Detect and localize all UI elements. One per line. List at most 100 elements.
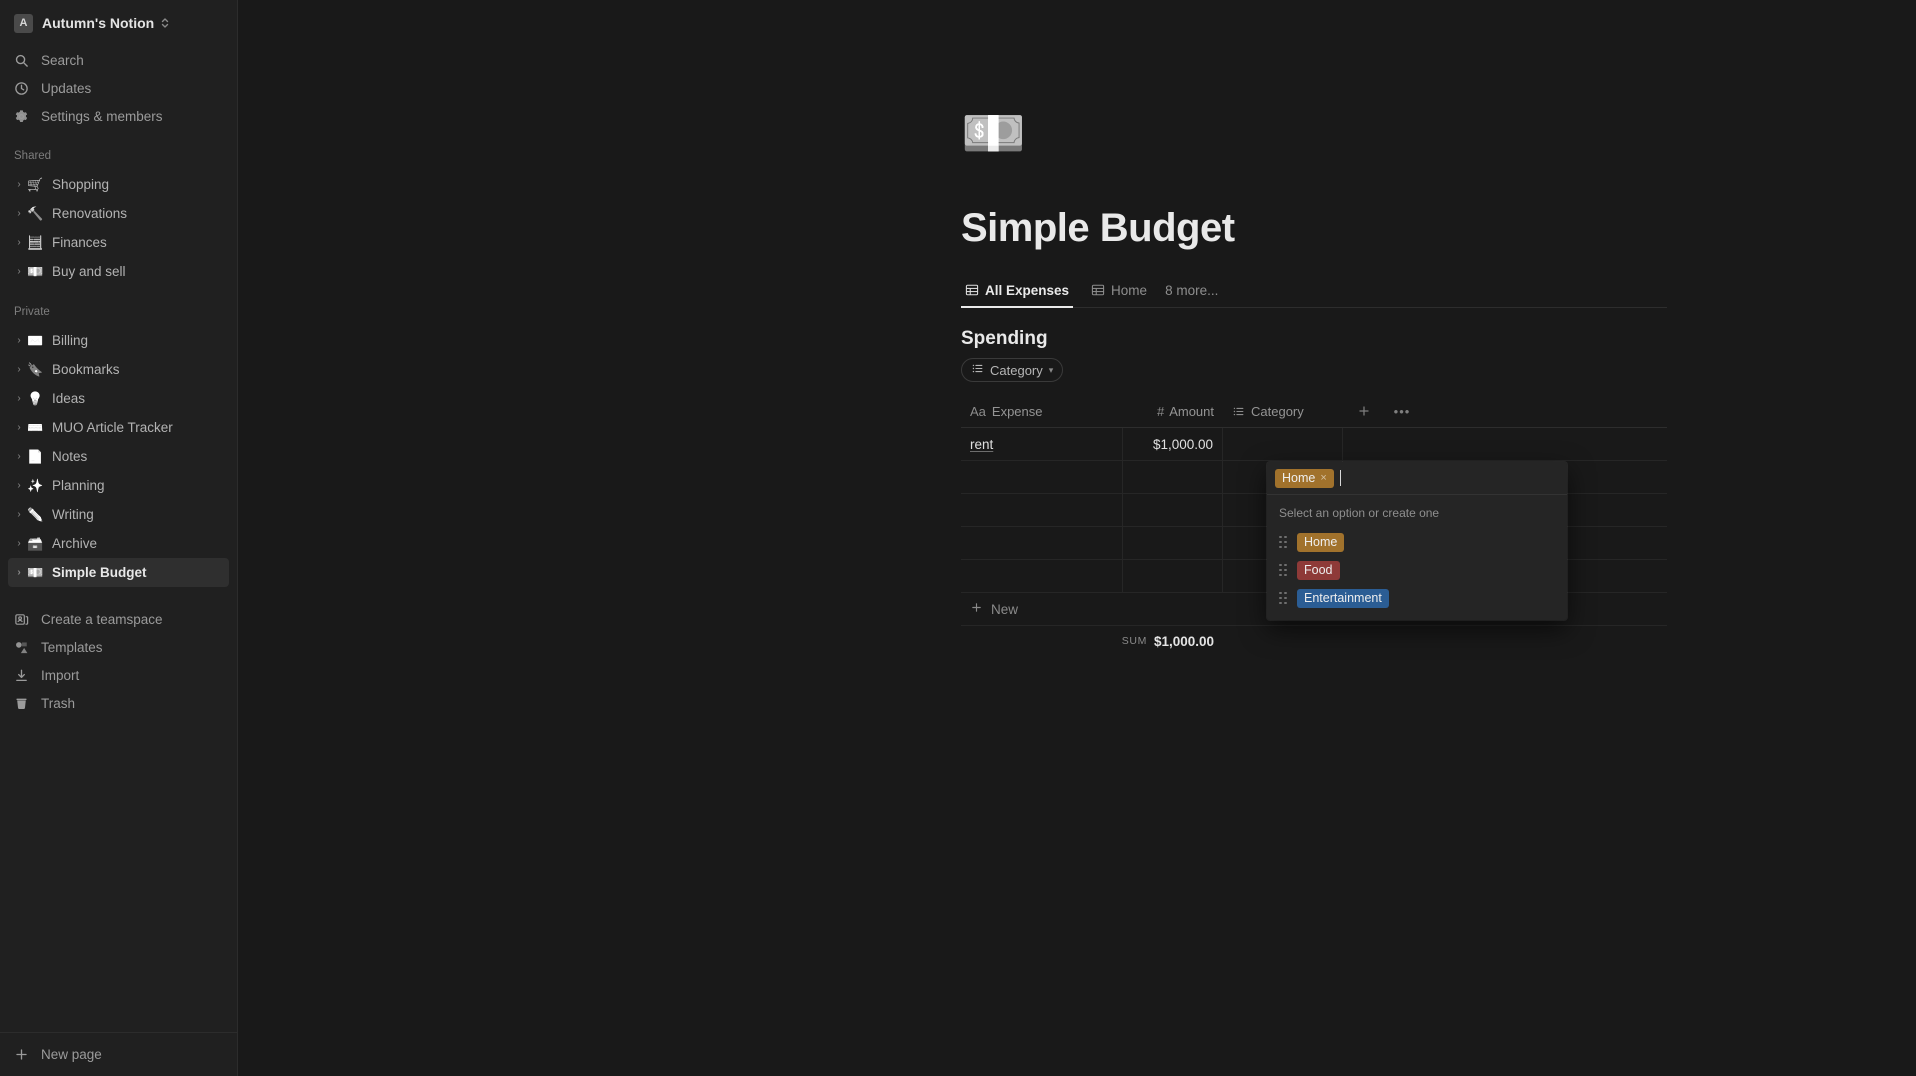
sidebar-page-shopping[interactable]: › 🛒 Shopping xyxy=(8,170,229,199)
expense-name[interactable]: rent xyxy=(970,437,993,452)
cell-expense[interactable] xyxy=(961,493,1123,527)
new-page-button[interactable]: New page xyxy=(8,1041,229,1069)
category-options-list: Select an option or create one Home Food… xyxy=(1267,495,1567,620)
banknote-emoji: 💵 xyxy=(27,263,44,279)
sidebar-page-notes[interactable]: › 📄 Notes xyxy=(8,442,229,471)
option-entertainment[interactable]: Entertainment xyxy=(1267,584,1567,612)
templates-button[interactable]: Templates xyxy=(8,633,229,661)
column-label: Expense xyxy=(991,403,1043,419)
sidebar-page-archive[interactable]: › 🗃️ Archive xyxy=(8,529,229,558)
tab-label: All Expenses xyxy=(985,282,1070,298)
sidebar-page-buy-and-sell[interactable]: › 💵 Buy and sell xyxy=(8,257,229,286)
page-emoji: 📄 xyxy=(27,448,44,464)
cell-amount[interactable] xyxy=(1123,559,1223,593)
cell-expense[interactable] xyxy=(961,460,1123,494)
table-header-row: Aa Expense # Amount Category ••• xyxy=(961,395,1667,428)
cell-expense[interactable] xyxy=(961,559,1123,593)
workspace-switcher[interactable]: A Autumn's Notion xyxy=(8,6,229,40)
sidebar-page-billing[interactable]: › ✉️ Billing xyxy=(8,326,229,355)
create-teamspace-button[interactable]: Create a teamspace xyxy=(8,605,229,633)
cell-amount[interactable]: $1,000.00 xyxy=(1123,427,1223,461)
text-type-icon: Aa xyxy=(970,403,986,419)
chevron-right-icon[interactable]: › xyxy=(12,422,26,433)
sidebar-page-label: Bookmarks xyxy=(52,362,120,377)
page-title[interactable]: Simple Budget xyxy=(961,206,1667,251)
drag-handle-icon[interactable] xyxy=(1279,563,1288,577)
sidebar-page-finances[interactable]: › 🧮 Finances xyxy=(8,228,229,257)
sidebar-item-settings[interactable]: Settings & members xyxy=(8,102,229,130)
cell-expense[interactable] xyxy=(961,526,1123,560)
option-food[interactable]: Food xyxy=(1267,556,1567,584)
tab-all-expenses[interactable]: All Expenses xyxy=(961,273,1074,308)
column-header-category[interactable]: Category xyxy=(1223,395,1343,428)
tab-home[interactable]: Home xyxy=(1087,273,1151,307)
import-button[interactable]: Import xyxy=(8,661,229,689)
drag-handle-icon[interactable] xyxy=(1279,591,1288,605)
cell-amount[interactable] xyxy=(1123,526,1223,560)
view-tabs: All Expenses Home 8 more... xyxy=(961,273,1667,308)
option-tag[interactable]: Food xyxy=(1297,560,1340,580)
cell-expense[interactable]: rent xyxy=(961,427,1123,461)
sidebar-page-renovations[interactable]: › 🔨 Renovations xyxy=(8,199,229,228)
sidebar-page-simple-budget[interactable]: › 💵 Simple Budget xyxy=(8,558,229,587)
sidebar-action-label: Create a teamspace xyxy=(41,611,163,627)
chevron-right-icon[interactable]: › xyxy=(12,237,26,248)
drag-handle-icon[interactable] xyxy=(1279,535,1288,549)
remove-tag-icon[interactable]: × xyxy=(1320,472,1326,484)
chevron-up-down-icon xyxy=(160,16,170,30)
column-header-amount[interactable]: # Amount xyxy=(1123,395,1223,428)
trash-button[interactable]: Trash xyxy=(8,689,229,717)
sidebar-page-label: Ideas xyxy=(52,391,86,406)
sidebar-scroll-area: A Autumn's Notion Search Updates Setting… xyxy=(0,0,237,1032)
chevron-right-icon[interactable]: › xyxy=(12,364,26,375)
option-tag[interactable]: Entertainment xyxy=(1297,588,1389,608)
chevron-right-icon[interactable]: › xyxy=(12,266,26,277)
filter-category-button[interactable]: Category ▾ xyxy=(961,358,1064,382)
table-more-options-button[interactable]: ••• xyxy=(1385,395,1419,428)
shopping-cart-emoji: 🛒 xyxy=(27,176,44,192)
sidebar-page-label: Simple Budget xyxy=(52,565,147,580)
category-tag-input[interactable]: Home × xyxy=(1267,462,1567,495)
sidebar-item-search[interactable]: Search xyxy=(8,46,229,74)
tag-label: Home xyxy=(1282,471,1316,485)
cell-amount[interactable] xyxy=(1123,460,1223,494)
table-row[interactable]: rent $1,000.00 xyxy=(961,427,1667,461)
cell-amount[interactable] xyxy=(1123,493,1223,527)
option-tag[interactable]: Home xyxy=(1297,532,1345,552)
sidebar-page-writing[interactable]: › ✏️ Writing xyxy=(8,500,229,529)
option-home[interactable]: Home xyxy=(1267,528,1567,556)
envelope-emoji: ✉️ xyxy=(27,332,44,348)
database-title[interactable]: Spending xyxy=(961,328,1667,350)
page-icon-banknote-emoji[interactable]: 💵 xyxy=(961,108,1026,160)
sidebar-page-label: Archive xyxy=(52,536,98,551)
selected-tag-home[interactable]: Home × xyxy=(1275,468,1334,488)
abacus-emoji: 🧮 xyxy=(27,234,44,250)
chevron-right-icon[interactable]: › xyxy=(12,179,26,190)
chevron-right-icon[interactable]: › xyxy=(12,393,26,404)
sidebar-page-label: Planning xyxy=(52,478,105,493)
column-header-expense[interactable]: Aa Expense xyxy=(961,395,1123,428)
page-content: 💵 Simple Budget All Expenses Home 8 more… xyxy=(238,0,1916,656)
sidebar-page-label: MUO Article Tracker xyxy=(52,420,173,435)
sidebar-action-label: Templates xyxy=(41,639,103,655)
chevron-right-icon[interactable]: › xyxy=(12,567,26,578)
sidebar-page-ideas[interactable]: › 💡 Ideas xyxy=(8,384,229,413)
sidebar-page-label: Buy and sell xyxy=(52,264,126,279)
chevron-right-icon[interactable]: › xyxy=(12,335,26,346)
cell-category[interactable] xyxy=(1223,427,1343,461)
chevron-right-icon[interactable]: › xyxy=(12,208,26,219)
chevron-right-icon[interactable]: › xyxy=(12,538,26,549)
list-icon xyxy=(971,362,984,378)
chevron-right-icon[interactable]: › xyxy=(12,480,26,491)
sidebar-page-muo-article-tracker[interactable]: › ⌨️ MUO Article Tracker xyxy=(8,413,229,442)
number-type-icon: # xyxy=(1156,403,1165,419)
chevron-right-icon[interactable]: › xyxy=(12,509,26,520)
chevron-right-icon[interactable]: › xyxy=(12,451,26,462)
sum-footer[interactable]: SUM $1,000.00 xyxy=(961,626,1223,656)
sidebar-page-bookmarks[interactable]: › 🔖 Bookmarks xyxy=(8,355,229,384)
add-column-button[interactable] xyxy=(1343,395,1385,428)
sidebar-item-updates[interactable]: Updates xyxy=(8,74,229,102)
import-icon xyxy=(14,668,32,683)
tabs-more-button[interactable]: 8 more... xyxy=(1165,273,1218,307)
sidebar-page-planning[interactable]: › ✨ Planning xyxy=(8,471,229,500)
